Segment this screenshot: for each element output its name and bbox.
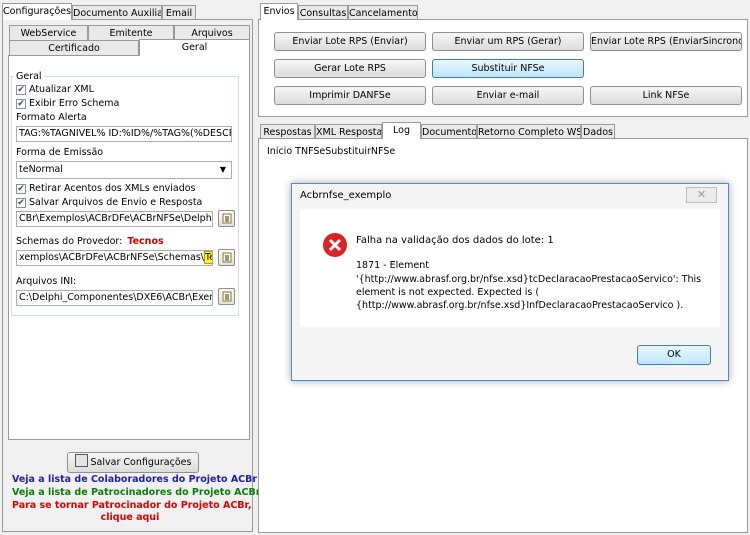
tab-webservice[interactable]: WebService [9,25,88,40]
enviar-lote-sincrono-button[interactable]: Enviar Lote RPS (EnviarSincrono) [590,32,742,51]
dialog-title: Acbrnfse_exemplo [300,190,392,201]
save-icon [74,454,88,467]
link-patrocinadores[interactable]: Veja a lista de Patrocinadores do Projet… [12,487,260,498]
enviar-um-rps-button[interactable]: Enviar um RPS (Gerar) [432,32,584,51]
tab-xml-resposta[interactable]: XML Resposta [315,124,382,139]
tab-emitente[interactable]: Emitente [88,25,174,40]
enviar-lote-rps-button[interactable]: Enviar Lote RPS (Enviar) [274,32,426,51]
arquivos-ini-field[interactable]: C:\Delphi_Componentes\DXE6\ACBr\Exemplos [16,290,213,306]
forma-emissao-label: Forma de Emissão [16,147,104,158]
tab-cancelamento[interactable]: Cancelamento [348,5,418,20]
ok-button[interactable]: OK [637,345,711,365]
logs-path-field[interactable]: CBr\Exemplos\ACBrDFe\ACBrNFSe\Delphi\Log… [16,211,213,227]
browse-ini-button[interactable] [218,288,235,305]
imprimir-danfse-button[interactable]: Imprimir DANFSe [274,86,426,105]
tab-geral[interactable]: Geral [139,39,250,56]
tab-retorno-completo-ws[interactable]: Retorno Completo WS [477,124,581,139]
substituir-nfse-button[interactable]: Substituir NFSe [432,59,584,78]
salvar-arquivos-label: Salvar Arquivos de Envio e Resposta [29,197,203,208]
browse-schemas-button[interactable] [218,249,235,266]
dialog-message-3: element is not expected. Expected is ( [356,287,540,298]
dialog-titlebar: Acbrnfse_exemplo ✕ [292,184,728,209]
enviar-email-button[interactable]: Enviar e-mail [432,86,584,105]
link-colaboradores[interactable]: Veja a lista de Colaboradores do Projeto… [12,474,257,485]
dialog-heading: Falha na validação dos dados do lote: 1 [356,235,554,246]
schemas-label: Schemas do Provedor: Tecnos [16,236,164,247]
folder-doc-icon [222,252,232,263]
retirar-acentos-checkbox[interactable]: ✔ [16,184,26,194]
exibir-erro-label: Exibir Erro Schema [29,98,120,109]
folder-doc-icon [222,291,232,302]
dialog-message-2: '{http://www.abrasf.org.br/nfse.xsd}tcDe… [356,274,702,285]
dialog-message-4: {http://www.abrasf.org.br/nfse.xsd}InfDe… [356,300,684,311]
salvar-configuracoes-button[interactable]: Salvar Configurações [67,452,199,473]
arquivos-ini-label: Arquivos INI: [16,276,77,287]
error-icon [323,233,347,257]
folder-doc-icon [222,213,232,224]
gerar-lote-rps-button[interactable]: Gerar Lote RPS [274,59,426,78]
tab-email[interactable]: Email [162,5,196,20]
log-text: Inicio TNFSeSubstituirNFSe [267,146,396,157]
tab-configuracoes[interactable]: Configurações [2,3,72,20]
link-nfse-button[interactable]: Link NFSe [590,86,742,105]
tab-envios[interactable]: Envios [260,3,298,20]
dialog-message-1: 1871 - Element [356,260,429,271]
forma-emissao-value: teNormal [19,164,63,175]
chevron-down-icon: ▼ [219,165,226,174]
formato-alerta-field[interactable]: TAG:%TAGNIVEL% ID:%ID%/%TAG%(%DESCRI [16,126,232,142]
tab-dados[interactable]: Dados [581,124,615,139]
schemas-provider-highlight: Tecnos [127,236,164,247]
forma-emissao-select[interactable]: teNormal ▼ [16,161,232,179]
exibir-erro-checkbox[interactable]: ✔ [16,99,26,109]
group-title: Geral [14,71,44,82]
tab-certificado[interactable]: Certificado [9,40,139,55]
retirar-acentos-label: Retirar Acentos dos XMLs enviados [29,183,196,194]
tab-consultas[interactable]: Consultas [298,5,348,20]
tab-documento[interactable]: Documento [421,124,477,139]
error-dialog: Acbrnfse_exemplo ✕ Falha na validação do… [291,183,729,381]
tab-arquivos[interactable]: Arquivos [174,25,250,40]
tab-log[interactable]: Log [382,122,421,139]
schemas-path-field[interactable]: xemplos\ACBrDFe\ACBrNFSe\Schemas\Tecnos [16,250,213,266]
link-tornar-patrocinador[interactable]: Para se tornar Patrocinador do Projeto A… [12,500,251,511]
tab-documento-auxiliar[interactable]: Documento Auxiliar [72,5,162,20]
atualizar-xml-label: Atualizar XML [29,84,94,95]
close-icon[interactable]: ✕ [686,187,717,203]
tab-respostas[interactable]: Respostas [260,124,315,139]
formato-alerta-label: Formato Alerta [16,112,87,123]
link-clique-aqui[interactable]: clique aqui [12,512,248,523]
salvar-arquivos-checkbox[interactable]: ✔ [16,198,26,208]
atualizar-xml-checkbox[interactable]: ✔ [16,85,26,95]
browse-logs-button[interactable] [218,210,235,227]
